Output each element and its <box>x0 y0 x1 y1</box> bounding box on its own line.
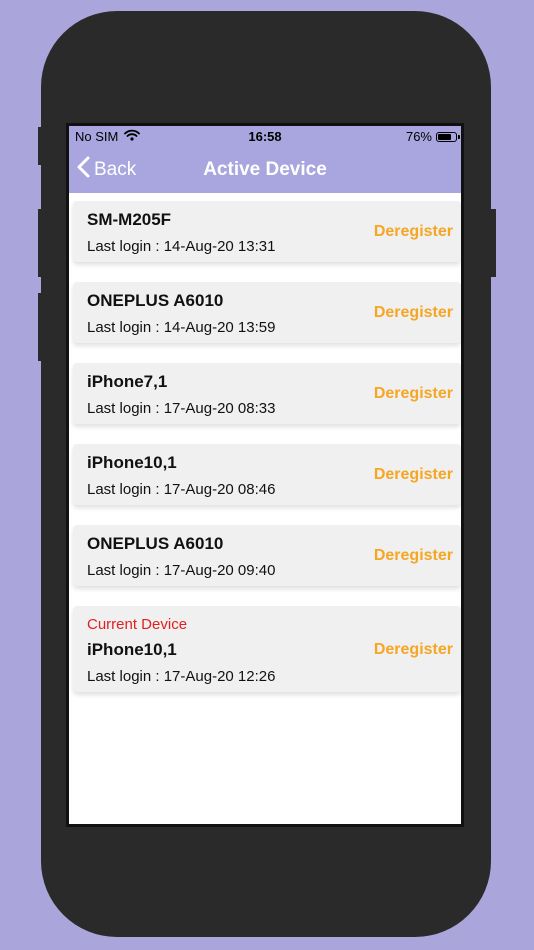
last-login: Last login : 17-Aug-20 08:33 <box>87 400 276 417</box>
device-name: iPhone10,1 <box>87 453 177 472</box>
volume-down-button <box>38 293 44 361</box>
device-name: SM-M205F <box>87 210 172 229</box>
power-button <box>490 209 496 277</box>
status-time: 16:58 <box>248 129 282 144</box>
battery-tip <box>458 134 460 139</box>
deregister-button[interactable]: Deregister <box>374 304 453 322</box>
last-login: Last login : 17-Aug-20 09:40 <box>87 562 276 579</box>
app-screen: No SIM 16:58 76% Back Active Device SM-M… <box>69 126 461 824</box>
device-name: iPhone7,1 <box>87 372 168 391</box>
deregister-button[interactable]: Deregister <box>374 385 453 403</box>
device-card: ONEPLUS A6010 Last login : 14-Aug-20 13:… <box>73 282 461 343</box>
battery-icon <box>436 131 460 142</box>
current-device-label: Current Device <box>87 616 188 633</box>
last-login: Last login : 14-Aug-20 13:59 <box>87 319 276 336</box>
battery-fill <box>438 133 451 140</box>
battery-percent: 76% <box>405 129 432 144</box>
deregister-button[interactable]: Deregister <box>374 466 453 484</box>
header: No SIM 16:58 76% Back Active Device <box>69 126 461 193</box>
deregister-button[interactable]: Deregister <box>374 641 453 659</box>
page-title: Active Device <box>203 159 327 180</box>
device-card: iPhone10,1 Last login : 17-Aug-20 08:46 … <box>73 444 461 505</box>
last-login: Last login : 14-Aug-20 13:31 <box>87 238 276 255</box>
current-device-card: Current Device iPhone10,1 Last login : 1… <box>73 606 461 692</box>
phone-screen: No SIM 16:58 76% Back Active Device SM-M… <box>66 123 464 827</box>
device-name: ONEPLUS A6010 <box>87 534 224 553</box>
last-login: Last login : 17-Aug-20 12:26 <box>87 668 276 685</box>
deregister-button[interactable]: Deregister <box>374 223 453 241</box>
status-battery: 76% <box>405 129 460 144</box>
volume-up-button <box>38 209 44 277</box>
device-list: SM-M205F Last login : 14-Aug-20 13:31 De… <box>73 201 461 712</box>
device-name: ONEPLUS A6010 <box>87 291 224 310</box>
silent-switch <box>38 127 44 165</box>
device-card: SM-M205F Last login : 14-Aug-20 13:31 De… <box>73 201 461 262</box>
status-bar: No SIM 16:58 76% <box>69 126 461 146</box>
navigation-bar: Back Active Device <box>69 150 461 190</box>
device-name: iPhone10,1 <box>87 640 177 659</box>
device-card: ONEPLUS A6010 Last login : 17-Aug-20 09:… <box>73 525 461 586</box>
device-card: iPhone7,1 Last login : 17-Aug-20 08:33 D… <box>73 363 461 424</box>
last-login: Last login : 17-Aug-20 08:46 <box>87 481 276 498</box>
deregister-button[interactable]: Deregister <box>374 547 453 565</box>
